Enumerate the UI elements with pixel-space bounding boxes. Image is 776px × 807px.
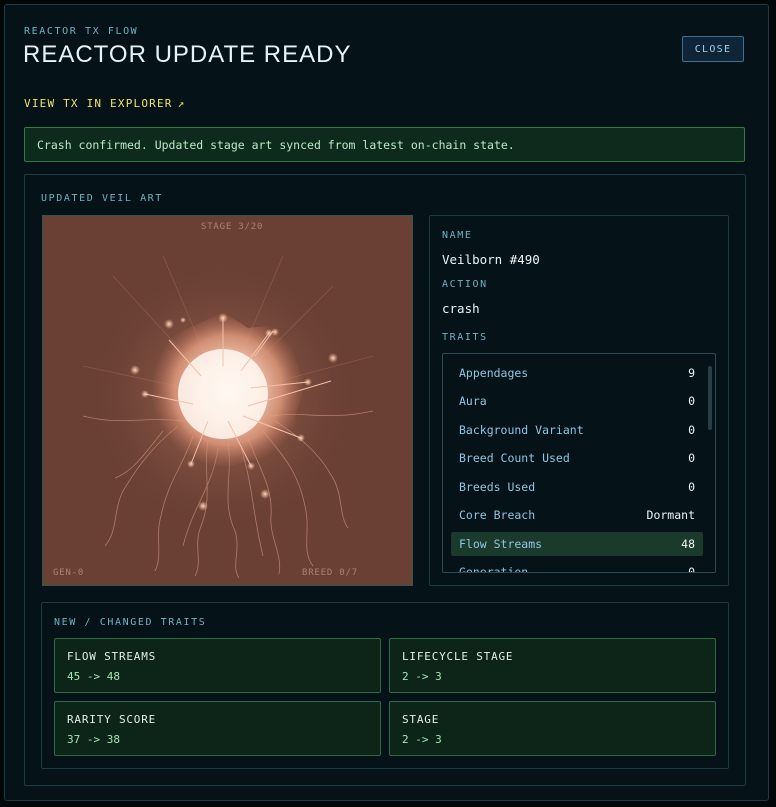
trait-row: Aura 0 <box>451 389 703 413</box>
trait-row: Background Variant 0 <box>451 418 703 442</box>
changed-trait-value: 45 -> 48 <box>67 670 120 683</box>
changed-trait-card: FLOW STREAMS 45 -> 48 <box>54 638 381 693</box>
close-button[interactable]: CLOSE <box>682 36 744 62</box>
trait-value: 0 <box>688 451 695 465</box>
trait-name: Breed Count Used <box>459 451 570 465</box>
veil-info-card: NAME Veilborn #490 ACTION crash TRAITS A… <box>429 215 729 586</box>
trait-row: Appendages 9 <box>451 361 703 385</box>
modal-kicker: REACTOR TX FLOW <box>24 26 139 37</box>
changed-trait-card: LIFECYCLE STAGE 2 -> 3 <box>389 638 716 693</box>
changed-traits-section: NEW / CHANGED TRAITS FLOW STREAMS 45 -> … <box>41 602 729 769</box>
art-stage-label: STAGE 3/20 <box>201 222 264 232</box>
trait-value: 0 <box>688 565 695 573</box>
changed-trait-value: 2 -> 3 <box>402 670 442 683</box>
trait-row-highlighted: Flow Streams 48 <box>451 532 703 556</box>
changed-trait-card: STAGE 2 -> 3 <box>389 701 716 756</box>
trait-value: 9 <box>688 366 695 380</box>
trait-value: 0 <box>688 394 695 408</box>
changed-trait-value: 2 -> 3 <box>402 733 442 746</box>
art-generation-label: GEN-0 <box>53 568 85 578</box>
changed-traits-label: NEW / CHANGED TRAITS <box>54 617 207 628</box>
trait-row: Core Breach Dormant <box>451 503 703 527</box>
reactor-update-modal: REACTOR TX FLOW REACTOR UPDATE READY CLO… <box>4 4 769 801</box>
trait-value: 0 <box>688 423 695 437</box>
changed-trait-value: 37 -> 38 <box>67 733 120 746</box>
trait-name: Appendages <box>459 366 529 380</box>
trait-name: Breeds Used <box>459 480 536 494</box>
trait-name: Flow Streams <box>459 537 543 551</box>
trait-row: Breed Count Used 0 <box>451 446 703 470</box>
trait-name: Aura <box>459 394 487 408</box>
veil-art-image: STAGE 3/20 GEN-0 BREED 0/7 <box>42 215 413 586</box>
trait-name: Generation <box>459 565 529 573</box>
trait-name: Core Breach <box>459 508 536 522</box>
trait-row: Generation 0 <box>451 560 703 573</box>
trait-value: 0 <box>688 480 695 494</box>
result-panel: UPDATED VEIL ART STAGE 3/20 GEN-0 BREED … <box>24 174 746 786</box>
changed-trait-name: STAGE <box>402 713 440 726</box>
banner-message: Crash confirmed. Updated stage art synce… <box>37 137 515 152</box>
changed-trait-name: FLOW STREAMS <box>67 650 157 663</box>
external-link-icon: ↗ <box>177 97 186 110</box>
action-value: crash <box>442 301 480 316</box>
trait-value: Dormant <box>646 508 695 522</box>
veil-art-graphic <box>82 255 374 579</box>
modal-title: REACTOR UPDATE READY <box>23 41 352 68</box>
explorer-link-label: VIEW TX IN EXPLORER <box>24 97 173 110</box>
view-tx-explorer-link[interactable]: VIEW TX IN EXPLORER ↗ <box>24 97 185 110</box>
traits-scrollbar[interactable] <box>708 366 712 430</box>
veil-name: Veilborn #490 <box>442 252 540 267</box>
trait-name: Background Variant <box>459 423 584 437</box>
action-label: ACTION <box>442 279 488 290</box>
trait-row: Breeds Used 0 <box>451 475 703 499</box>
trait-value: 48 <box>681 537 695 551</box>
success-banner: Crash confirmed. Updated stage art synce… <box>24 127 745 162</box>
art-breed-label: BREED 0/7 <box>302 568 358 578</box>
changed-trait-card: RARITY SCORE 37 -> 38 <box>54 701 381 756</box>
name-label: NAME <box>442 230 473 241</box>
changed-trait-name: LIFECYCLE STAGE <box>402 650 514 663</box>
traits-list[interactable]: Appendages 9 Aura 0 Background Variant 0… <box>442 353 716 573</box>
traits-label: TRAITS <box>442 332 488 343</box>
art-section-label: UPDATED VEIL ART <box>41 193 163 204</box>
changed-trait-name: RARITY SCORE <box>67 713 157 726</box>
